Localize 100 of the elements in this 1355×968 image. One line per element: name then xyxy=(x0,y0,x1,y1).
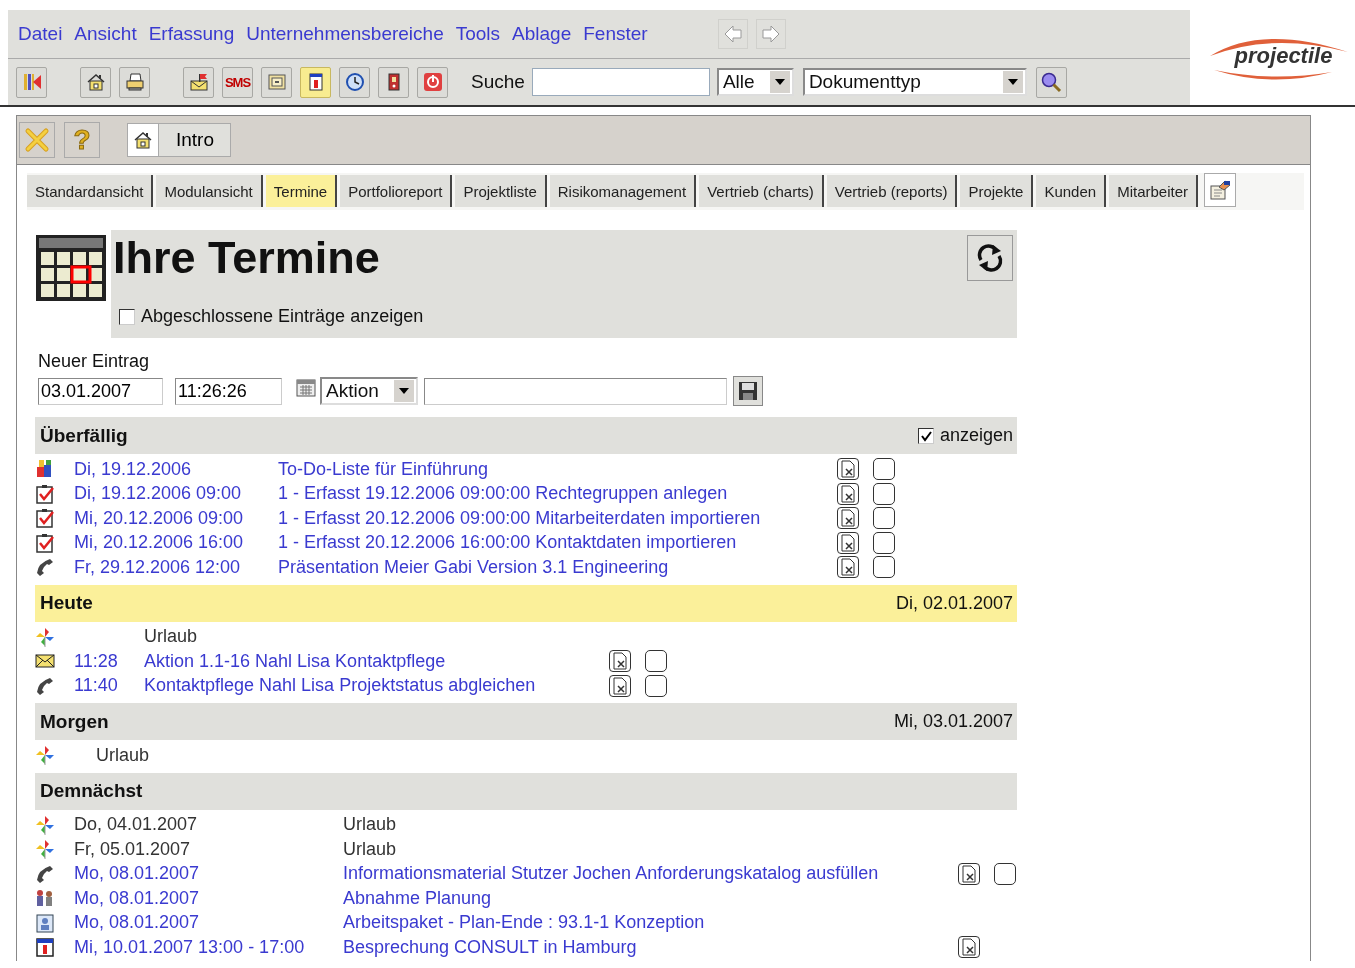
menu-item[interactable]: Ablage xyxy=(512,23,572,45)
entry-link[interactable]: 1 - Erfasst 20.12.2006 09:00:00 Mitarbeiterdaten importieren xyxy=(278,507,837,529)
refresh-icon xyxy=(975,243,1005,273)
entry-date-link[interactable]: Mo, 08.01.2007 xyxy=(74,912,343,934)
entry-link[interactable]: Aktion 1.1-16 Nahl Lisa Kontaktpflege xyxy=(144,650,609,672)
entry-date: Fr, 05.01.2007 xyxy=(74,838,192,860)
entry-date-link[interactable]: Mi, 20.12.2006 16:00 xyxy=(74,532,278,554)
entry-date-link[interactable]: 11:28 xyxy=(74,650,144,672)
box-icon xyxy=(266,72,287,92)
delete-button[interactable] xyxy=(837,458,859,481)
entry-text: Urlaub xyxy=(144,626,199,648)
entry-date-link[interactable]: Mi, 20.12.2006 09:00 xyxy=(74,507,278,529)
toolbar-button[interactable] xyxy=(417,66,448,98)
entry-link[interactable]: Informationsmaterial Stutzer Jochen Anforderungskatalog ausfüllen xyxy=(343,863,958,885)
done-checkbox[interactable] xyxy=(873,531,895,554)
search-field[interactable] xyxy=(531,68,710,96)
document-type-dropdown[interactable]: Dokumenttyp xyxy=(802,68,1027,96)
entry-link[interactable]: Abnahme Planung xyxy=(343,887,958,909)
tab[interactable]: Standardansicht xyxy=(27,175,154,207)
exit-icon xyxy=(21,72,42,92)
done-checkbox[interactable] xyxy=(873,458,895,481)
tab[interactable]: Vertrieb (reports) xyxy=(826,175,958,207)
intro-button[interactable]: Intro xyxy=(127,123,232,157)
tab-settings-button[interactable] xyxy=(1204,173,1236,207)
delete-button[interactable] xyxy=(958,862,980,885)
pinwheel-icon xyxy=(35,745,55,766)
toolbar-button[interactable] xyxy=(339,66,370,98)
document-x-icon xyxy=(839,460,857,479)
document-x-icon xyxy=(839,558,857,577)
entry-date-link[interactable]: Di, 19.12.2006 09:00 xyxy=(74,483,278,505)
entry-link[interactable]: Besprechung CONSULT in Hamburg xyxy=(343,936,958,958)
toolbar-button[interactable] xyxy=(119,66,150,98)
toolbar-button[interactable] xyxy=(16,66,47,98)
entry-text-field[interactable] xyxy=(424,377,727,405)
section-title: Morgen xyxy=(40,710,110,733)
date-field[interactable]: 03.01.2007 xyxy=(38,377,163,405)
delete-button[interactable] xyxy=(609,650,631,673)
tab[interactable]: Mitarbeiter xyxy=(1109,175,1198,207)
time-field[interactable]: 11:26:26 xyxy=(175,377,282,405)
done-checkbox[interactable] xyxy=(645,674,667,697)
menu-item[interactable]: Datei xyxy=(18,23,63,45)
pinwheel-icon xyxy=(35,839,55,860)
entry-link[interactable]: 1 - Erfasst 20.12.2006 16:00:00 Kontaktdaten importieren xyxy=(278,532,837,554)
save-button[interactable] xyxy=(733,376,763,406)
entry-date-link[interactable]: Mo, 08.01.2007 xyxy=(74,863,343,885)
done-checkbox[interactable] xyxy=(994,862,1016,885)
home-icon xyxy=(85,72,106,92)
menu-item[interactable]: Tools xyxy=(455,23,501,45)
toolbar-button[interactable] xyxy=(378,66,409,98)
tab[interactable]: Portfolioreport xyxy=(340,175,453,207)
delete-button[interactable] xyxy=(837,482,859,505)
delete-button[interactable] xyxy=(837,531,859,554)
checkbox[interactable] xyxy=(119,308,135,325)
menu-item[interactable]: Ansicht xyxy=(74,23,137,45)
search-icon xyxy=(1040,71,1063,93)
tab[interactable]: Vertrieb (charts) xyxy=(699,175,824,207)
entry-link[interactable]: Arbeitspaket - Plan-Ende : 93.1-1 Konzeption xyxy=(343,912,958,934)
entry-date-link[interactable]: 11:40 xyxy=(74,675,144,697)
id-card-icon xyxy=(35,912,55,933)
tab[interactable]: Kunden xyxy=(1036,175,1107,207)
document-x-icon xyxy=(839,484,857,503)
entry-date-link[interactable]: Mi, 10.01.2007 13:00 - 17:00 xyxy=(74,936,343,958)
menu-item[interactable]: Fenster xyxy=(583,23,648,45)
clipboard-check-icon xyxy=(35,508,55,529)
tab[interactable]: Risikomanagement xyxy=(549,175,697,207)
entry-link[interactable]: To-Do-Liste für Einführung xyxy=(278,458,837,480)
done-checkbox[interactable] xyxy=(873,507,895,530)
tab[interactable]: Termine xyxy=(265,175,338,207)
delete-button[interactable] xyxy=(837,556,859,579)
entry-date-link[interactable]: Mo, 08.01.2007 xyxy=(74,887,343,909)
refresh-button[interactable] xyxy=(967,235,1013,281)
done-checkbox[interactable] xyxy=(645,650,667,673)
envelope-flag-icon xyxy=(188,72,209,92)
entry-date-link[interactable]: Di, 19.12.2006 xyxy=(74,458,278,480)
done-checkbox[interactable] xyxy=(873,482,895,505)
entry-link[interactable]: 1 - Erfasst 19.12.2006 09:00:00 Rechtegruppen anlegen xyxy=(278,483,837,505)
delete-button[interactable] xyxy=(837,507,859,530)
menu-item[interactable]: Unternehmensbereiche xyxy=(246,23,444,45)
menu-item[interactable]: Erfassung xyxy=(148,23,235,45)
toolbar-button[interactable] xyxy=(183,66,214,98)
entry-link[interactable]: Kontaktpflege Nahl Lisa Projektstatus abgleichen xyxy=(144,675,609,697)
toolbar-button[interactable]: SMS xyxy=(222,66,253,98)
tab[interactable]: Modulansicht xyxy=(156,175,263,207)
tab[interactable]: Projektliste xyxy=(455,175,547,207)
entry-date-link[interactable]: Fr, 29.12.2006 12:00 xyxy=(74,556,278,578)
toolbar-button[interactable] xyxy=(300,66,331,98)
toolbar-button[interactable] xyxy=(80,66,111,98)
pinwheel-icon xyxy=(35,626,55,647)
entry-link[interactable]: Präsentation Meier Gabi Version 3.1 Engineering xyxy=(278,556,837,578)
scope-dropdown[interactable]: Alle xyxy=(716,68,794,96)
search-button[interactable] xyxy=(1035,66,1067,98)
home-icon xyxy=(133,130,153,150)
done-checkbox[interactable] xyxy=(873,556,895,579)
entry-type-dropdown[interactable]: Aktion xyxy=(320,377,418,405)
phone-handset-icon xyxy=(35,863,55,884)
delete-button[interactable] xyxy=(609,674,631,697)
tab[interactable]: Projekte xyxy=(960,175,1034,207)
checkbox[interactable] xyxy=(917,427,934,444)
power-icon xyxy=(422,72,443,92)
delete-button[interactable] xyxy=(958,936,980,959)
